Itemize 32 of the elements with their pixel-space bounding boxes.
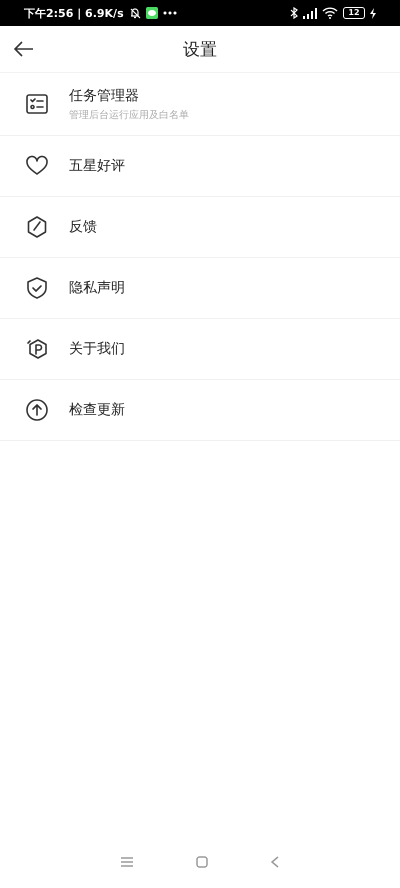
status-time: 下午2:56 | 6.9K/s (24, 6, 124, 20)
list-icon (25, 92, 49, 116)
back-icon[interactable] (270, 856, 279, 868)
bluetooth-icon (290, 7, 298, 19)
p-badge-icon (25, 337, 49, 361)
settings-item[interactable]: 隐私声明 (0, 258, 400, 319)
item-label: 关于我们 (69, 340, 125, 358)
settings-item[interactable]: 检查更新 (0, 380, 400, 441)
home-button[interactable] (196, 856, 208, 868)
settings-item[interactable]: 五星好评 (0, 136, 400, 197)
more-icon (162, 11, 177, 15)
item-label: 任务管理器 (69, 86, 140, 104)
signal-icon (303, 8, 317, 18)
item-label: 隐私声明 (69, 279, 125, 297)
shield-check-icon (25, 276, 49, 300)
settings-item[interactable]: 任务管理器 管理后台运行应用及白名单 (0, 73, 400, 136)
item-label: 五星好评 (69, 157, 125, 175)
item-label: 反馈 (69, 218, 97, 236)
item-label: 检查更新 (69, 401, 125, 419)
back-button[interactable] (14, 41, 34, 57)
chat-icon (146, 7, 158, 19)
page-title: 设置 (183, 38, 217, 60)
mute-icon (128, 7, 141, 19)
battery-icon: 12 (343, 7, 365, 19)
settings-item[interactable]: 反馈 (0, 197, 400, 258)
heart-icon (25, 154, 49, 178)
menu-icon[interactable] (121, 857, 134, 867)
wifi-icon (322, 7, 338, 19)
item-subtitle: 管理后台运行应用及白名单 (69, 108, 189, 122)
settings-item[interactable]: 关于我们 (0, 319, 400, 380)
charging-icon (370, 8, 376, 18)
pen-icon (25, 215, 49, 239)
